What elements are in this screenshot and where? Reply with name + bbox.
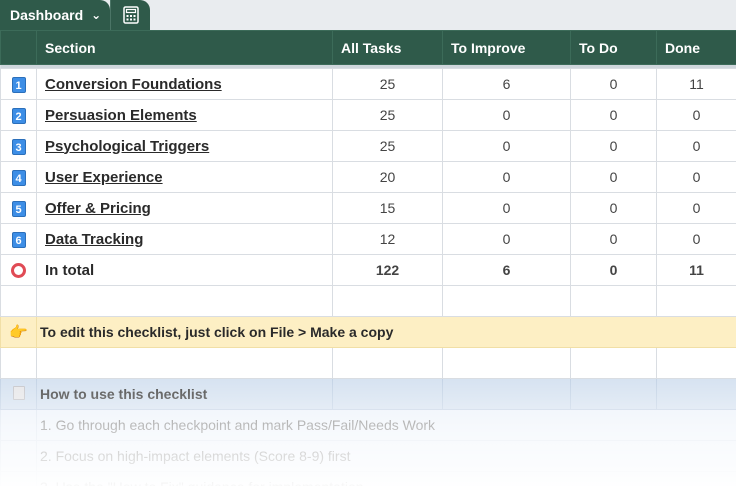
done-value: 0 bbox=[656, 192, 736, 224]
howto-title: How to use this checklist bbox=[36, 378, 333, 410]
to-do-value: 0 bbox=[570, 130, 657, 162]
howto-step-row: 3. Use the "How to Fix" guidance for imp… bbox=[0, 471, 736, 486]
header-done: Done bbox=[656, 30, 736, 65]
done-value: 0 bbox=[656, 223, 736, 255]
done-value: 0 bbox=[656, 161, 736, 193]
total-to-do: 0 bbox=[570, 254, 657, 286]
to-improve-value: 6 bbox=[442, 68, 571, 100]
tab-dashboard[interactable]: Dashboard ⌄ bbox=[0, 0, 110, 30]
empty-row bbox=[0, 285, 736, 317]
circle-icon bbox=[11, 263, 26, 279]
all-tasks-value: 15 bbox=[332, 192, 443, 224]
header-icon-cell bbox=[0, 30, 37, 65]
header-section: Section bbox=[36, 30, 333, 65]
howto-step: 2. Focus on high-impact elements (Score … bbox=[36, 440, 736, 472]
to-do-value: 0 bbox=[570, 223, 657, 255]
to-do-value: 0 bbox=[570, 68, 657, 100]
empty-row bbox=[0, 347, 736, 379]
total-all-tasks: 122 bbox=[332, 254, 443, 286]
howto-step: 1. Go through each checkpoint and mark P… bbox=[36, 409, 736, 441]
to-improve-value: 0 bbox=[442, 99, 571, 131]
section-link-psychological-triggers[interactable]: Psychological Triggers bbox=[45, 138, 209, 155]
number-5-icon: 5 bbox=[11, 200, 26, 217]
header-all-tasks: All Tasks bbox=[332, 30, 443, 65]
section-link-conversion-foundations[interactable]: Conversion Foundations bbox=[45, 76, 222, 93]
section-link-persuasion-elements[interactable]: Persuasion Elements bbox=[45, 107, 197, 124]
section-link-data-tracking[interactable]: Data Tracking bbox=[45, 231, 143, 248]
all-tasks-value: 25 bbox=[332, 99, 443, 131]
progress-table: Section All Tasks To Improve To Do Done … bbox=[0, 30, 736, 486]
header-to-improve: To Improve bbox=[442, 30, 571, 65]
number-1-icon: 1 bbox=[11, 76, 26, 93]
number-4-icon: 4 bbox=[11, 169, 26, 186]
total-row: In total 122 6 0 11 bbox=[0, 254, 736, 286]
tab-dashboard-label: Dashboard bbox=[10, 7, 84, 23]
to-improve-value: 0 bbox=[442, 223, 571, 255]
total-to-improve: 6 bbox=[442, 254, 571, 286]
sheet-tab-bar: Dashboard ⌄ bbox=[0, 0, 736, 30]
table-row: 1 Conversion Foundations 25 6 0 11 bbox=[0, 68, 736, 100]
to-do-value: 0 bbox=[570, 161, 657, 193]
howto-step: 3. Use the "How to Fix" guidance for imp… bbox=[36, 471, 736, 486]
pointing-hand-icon: 👉 bbox=[9, 324, 28, 341]
number-6-icon: 6 bbox=[11, 231, 26, 248]
all-tasks-value: 25 bbox=[332, 68, 443, 100]
table-row: 5 Offer & Pricing 15 0 0 0 bbox=[0, 192, 736, 224]
table-row: 3 Psychological Triggers 25 0 0 0 bbox=[0, 130, 736, 162]
number-2-icon: 2 bbox=[11, 107, 26, 124]
edit-notice-row: 👉 To edit this checklist, just click on … bbox=[0, 316, 736, 348]
table-row: 6 Data Tracking 12 0 0 0 bbox=[0, 223, 736, 255]
to-improve-value: 0 bbox=[442, 192, 571, 224]
howto-step-row: 1. Go through each checkpoint and mark P… bbox=[0, 409, 736, 441]
howto-header-row: How to use this checklist bbox=[0, 378, 736, 410]
all-tasks-value: 20 bbox=[332, 161, 443, 193]
section-link-offer-pricing[interactable]: Offer & Pricing bbox=[45, 200, 151, 217]
done-value: 0 bbox=[656, 130, 736, 162]
total-done: 11 bbox=[656, 254, 736, 286]
total-label: In total bbox=[36, 254, 333, 286]
header-to-do: To Do bbox=[570, 30, 657, 65]
document-icon bbox=[12, 385, 25, 400]
howto-step-row: 2. Focus on high-impact elements (Score … bbox=[0, 440, 736, 472]
all-tasks-value: 12 bbox=[332, 223, 443, 255]
chevron-down-icon[interactable]: ⌄ bbox=[91, 8, 101, 22]
to-improve-value: 0 bbox=[442, 130, 571, 162]
to-do-value: 0 bbox=[570, 192, 657, 224]
table-header-row: Section All Tasks To Improve To Do Done bbox=[0, 30, 736, 65]
table-row: 4 User Experience 20 0 0 0 bbox=[0, 161, 736, 193]
edit-notice-text: To edit this checklist, just click on Fi… bbox=[36, 316, 736, 348]
all-tasks-value: 25 bbox=[332, 130, 443, 162]
table-row: 2 Persuasion Elements 25 0 0 0 bbox=[0, 99, 736, 131]
done-value: 0 bbox=[656, 99, 736, 131]
section-link-user-experience[interactable]: User Experience bbox=[45, 169, 163, 186]
number-3-icon: 3 bbox=[11, 138, 26, 155]
done-value: 11 bbox=[656, 68, 736, 100]
to-improve-value: 0 bbox=[442, 161, 571, 193]
to-do-value: 0 bbox=[570, 99, 657, 131]
calculator-icon[interactable] bbox=[110, 0, 150, 30]
